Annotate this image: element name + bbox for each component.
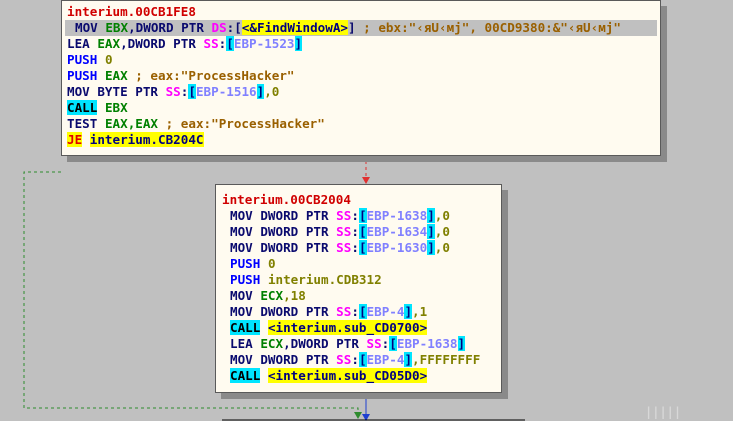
call-mnemonic: CALL (230, 320, 261, 335)
comment: ; ebx:"‹яU‹мј", 00CD9380:&"‹яU‹мј" (355, 20, 621, 35)
segment: DS (211, 20, 227, 35)
instruction-line[interactable]: MOV DWORD PTR SS:[EBP-4],FFFFFFFF (230, 352, 480, 368)
call-target[interactable]: <interium.sub_CD0700> (267, 320, 428, 335)
instruction-line[interactable]: LEA ECX,DWORD PTR SS:[EBP-1638] (230, 336, 466, 352)
call-mnemonic: CALL (230, 368, 261, 383)
instruction-line[interactable]: PUSH 0 (230, 256, 276, 272)
call-target[interactable]: <interium.sub_CD05D0> (267, 368, 428, 383)
block-address[interactable]: interium.00CB2004 (222, 192, 351, 208)
code-block-bottom[interactable]: interium.00CB2004 MOV DWORD PTR SS:[EBP-… (215, 184, 502, 393)
instruction-line[interactable]: MOV BYTE PTR SS:[EBP-1516],0 (67, 84, 279, 100)
mnemonic: MOV (75, 20, 98, 35)
instruction-line-selected[interactable]: MOV EBX,DWORD PTR DS:[<&FindWindowA>] ; … (65, 20, 657, 36)
instruction-line[interactable]: JE interium.CB204C (67, 132, 204, 148)
instruction-line[interactable]: MOV ECX,18 (230, 288, 306, 304)
call-mnemonic: CALL (67, 100, 98, 115)
instruction-line[interactable]: CALL EBX (67, 100, 128, 116)
instruction-line[interactable]: MOV DWORD PTR SS:[EBP-4],1 (230, 304, 427, 320)
watermark: ||||| (645, 405, 681, 419)
edge-jump-arrow (354, 412, 362, 419)
instruction-line[interactable]: PUSH 0 (67, 52, 113, 68)
instruction-line[interactable]: PUSH EAX ; eax:"ProcessHacker" (67, 68, 295, 84)
instruction-line[interactable]: LEA EAX,DWORD PTR SS:[EBP-1523] (67, 36, 303, 52)
instruction-line[interactable]: MOV DWORD PTR SS:[EBP-1638],0 (230, 208, 450, 224)
jump-mnemonic: JE (67, 132, 83, 147)
jump-target[interactable]: interium.CB204C (89, 132, 204, 147)
code-block-top[interactable]: interium.00CB1FE8 MOV EBX,DWORD PTR DS:[… (61, 0, 661, 156)
edge-fallthrough-arrow (362, 177, 370, 184)
instruction-line[interactable]: PUSH interium.CDB312 (230, 272, 382, 288)
call-target[interactable]: <&FindWindowA> (241, 20, 348, 35)
graph-canvas[interactable]: ||||| interium.00CB1FE8 MOV EBX,DWORD PT… (0, 0, 733, 421)
instruction-line[interactable]: TEST EAX,EAX ; eax:"ProcessHacker" (67, 116, 325, 132)
instruction-line[interactable]: CALL <interium.sub_CD05D0> (230, 368, 428, 384)
instruction-line[interactable]: MOV DWORD PTR SS:[EBP-1630],0 (230, 240, 450, 256)
block-address[interactable]: interium.00CB1FE8 (67, 4, 196, 20)
instruction-line[interactable]: CALL <interium.sub_CD0700> (230, 320, 428, 336)
instruction-line[interactable]: MOV DWORD PTR SS:[EBP-1634],0 (230, 224, 450, 240)
register: EBX (105, 20, 129, 35)
